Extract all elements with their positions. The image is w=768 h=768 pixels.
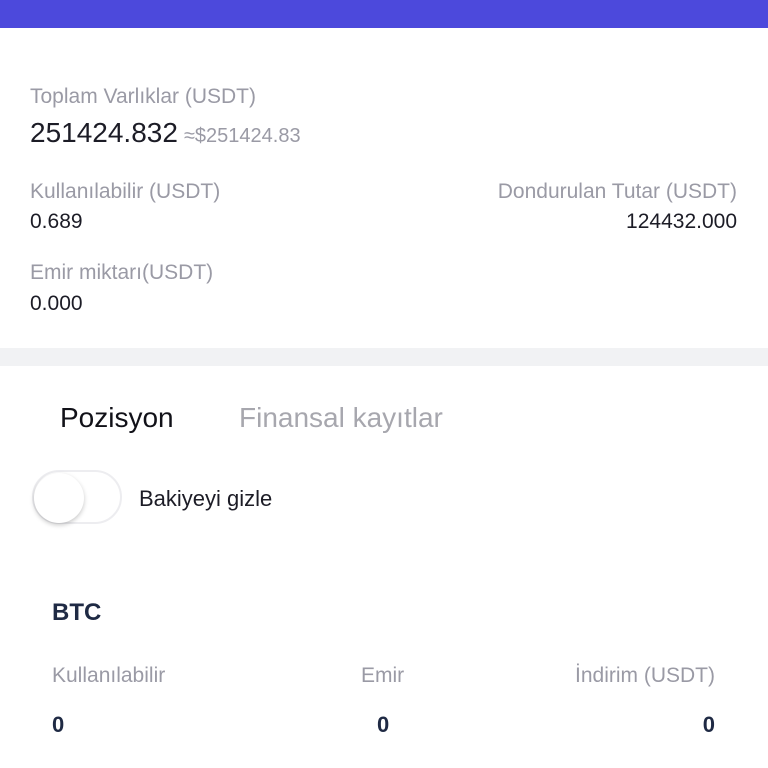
toggle-knob xyxy=(34,473,84,523)
total-assets-label: Toplam Varlıklar (USDT) xyxy=(30,85,256,108)
order-amount-value: 0.000 xyxy=(30,292,83,315)
hide-balance-label: Bakiyeyi gizle xyxy=(139,486,273,511)
top-header-bar xyxy=(0,0,768,28)
coin-available-label: Kullanılabilir xyxy=(52,664,166,687)
coin-order-value: 0 xyxy=(377,712,390,737)
coin-discount-value: 0 xyxy=(702,712,715,737)
available-label: Kullanılabilir (USDT) xyxy=(30,180,221,203)
total-assets-row: 251424.832 ≈$251424.83 xyxy=(30,117,301,149)
coin-discount-label: İndirim (USDT) xyxy=(575,664,715,687)
total-assets-value: 251424.832 xyxy=(30,117,178,148)
available-value: 0.689 xyxy=(30,210,83,233)
tab-position[interactable]: Pozisyon xyxy=(60,402,174,434)
tab-financial-records[interactable]: Finansal kayıtlar xyxy=(239,402,443,434)
coin-title: BTC xyxy=(52,599,102,626)
section-divider xyxy=(0,348,768,366)
frozen-amount-value: 124432.000 xyxy=(626,210,737,233)
hide-balance-toggle[interactable] xyxy=(32,470,122,524)
order-amount-label: Emir miktarı(USDT) xyxy=(30,261,214,284)
frozen-amount-label: Dondurulan Tutar (USDT) xyxy=(497,180,737,203)
coin-available-value: 0 xyxy=(52,712,65,737)
coin-order-label: Emir xyxy=(361,664,405,687)
total-assets-approx: ≈$251424.83 xyxy=(183,125,301,147)
